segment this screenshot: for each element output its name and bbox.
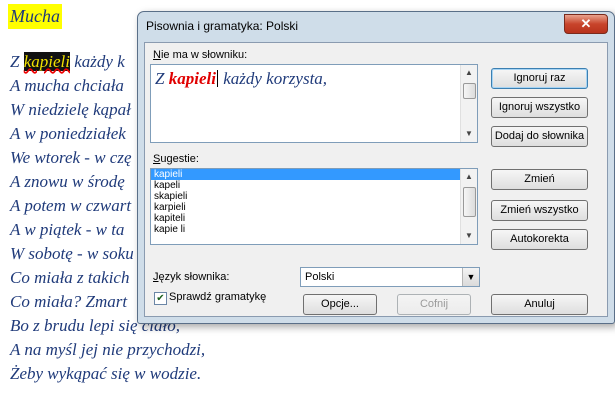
scroll-up-icon[interactable]: ▲ <box>461 169 477 185</box>
undo-button[interactable]: Cofnij <box>397 294 471 315</box>
scroll-down-icon[interactable]: ▼ <box>461 126 477 142</box>
spelling-grammar-dialog: Pisownia i gramatyka: Polski ✕ Nie ma w … <box>137 11 615 324</box>
checkmark-icon: ✔ <box>156 293 165 304</box>
sentence-editor[interactable]: Z kapieli każdy korzysta, ▲ ▼ <box>150 64 478 143</box>
close-icon: ✕ <box>580 16 592 31</box>
add-to-dictionary-button[interactable]: Dodaj do słownika <box>491 126 588 147</box>
poem-line: A znowu w środę <box>10 172 125 191</box>
poem-line: A w poniedziałek <box>10 124 126 143</box>
scroll-down-icon[interactable]: ▼ <box>461 228 477 244</box>
suggestion-item[interactable]: kapiteli <box>151 213 477 224</box>
suggestion-item[interactable]: skapieli <box>151 191 477 202</box>
suggestion-item[interactable]: karpieli <box>151 202 477 213</box>
change-all-button[interactable]: Zmień wszystko <box>491 200 588 221</box>
scroll-up-icon[interactable]: ▲ <box>461 65 477 81</box>
ignore-all-button[interactable]: Ignoruj wszystko <box>491 97 588 118</box>
poem-line: Z kapieli każdy k <box>10 52 125 71</box>
poem-line: Żeby wykąpać się w wodzie. <box>10 364 202 383</box>
check-grammar-checkbox[interactable]: ✔ <box>154 292 167 305</box>
text-caret <box>216 70 218 87</box>
dialog-titlebar[interactable]: Pisownia i gramatyka: Polski ✕ <box>138 12 614 42</box>
dialog-body: Nie ma w słowniku: Z kapieli każdy korzy… <box>144 42 608 317</box>
language-label: Język słownika: <box>153 271 230 283</box>
cancel-button[interactable]: Anuluj <box>491 294 588 315</box>
chevron-down-icon[interactable]: ▼ <box>462 268 479 286</box>
change-button[interactable]: Zmień <box>491 169 588 190</box>
suggestion-item[interactable]: kapieli <box>151 169 460 180</box>
suggestion-item[interactable]: kapie li <box>151 224 477 235</box>
poem-line: A w piątek - w ta <box>10 220 125 239</box>
poem-line: A potem w czwart <box>10 196 132 215</box>
poem-line: A mucha chciała <box>10 76 124 95</box>
dialog-title: Pisownia i gramatyka: Polski <box>146 19 299 33</box>
scroll-thumb[interactable] <box>463 83 476 99</box>
ignore-once-button[interactable]: Ignoruj raz <box>491 68 588 89</box>
poem-line: We wtorek - w czę <box>10 148 132 167</box>
misspelled-word[interactable]: kapieli <box>23 52 70 71</box>
not-in-dictionary-label: Nie ma w słowniku: <box>153 49 248 61</box>
poem-line: Co miała z takich <box>10 268 130 287</box>
editor-scrollbar[interactable]: ▲ ▼ <box>460 65 477 142</box>
suggestion-item[interactable]: kapeli <box>151 180 477 191</box>
scroll-thumb[interactable] <box>463 187 476 217</box>
language-select[interactable]: Polski ▼ <box>300 267 480 287</box>
poem-line: Co miała? Zmart <box>10 292 128 311</box>
close-button[interactable]: ✕ <box>564 14 608 34</box>
suggestions-label: Sugestie: <box>153 153 199 165</box>
suggestions-scrollbar[interactable]: ▲ ▼ <box>460 169 477 244</box>
poem-line: A na myśl jej nie przychodzi, <box>10 340 206 359</box>
suggestions-list[interactable]: kapieli kapeli skapieli karpieli kapitel… <box>150 168 478 245</box>
poem-line: W sobotę - w soku <box>10 244 134 263</box>
check-grammar-label[interactable]: Sprawdź gramatykę <box>169 291 266 303</box>
poem-title: Mucha <box>8 4 62 29</box>
options-button[interactable]: Opcje... <box>303 294 377 315</box>
language-value: Polski <box>305 271 335 283</box>
error-word[interactable]: kapieli <box>169 69 216 88</box>
autocorrect-button[interactable]: Autokorekta <box>491 229 588 250</box>
poem-line: W niedzielę kąpał <box>10 100 131 119</box>
